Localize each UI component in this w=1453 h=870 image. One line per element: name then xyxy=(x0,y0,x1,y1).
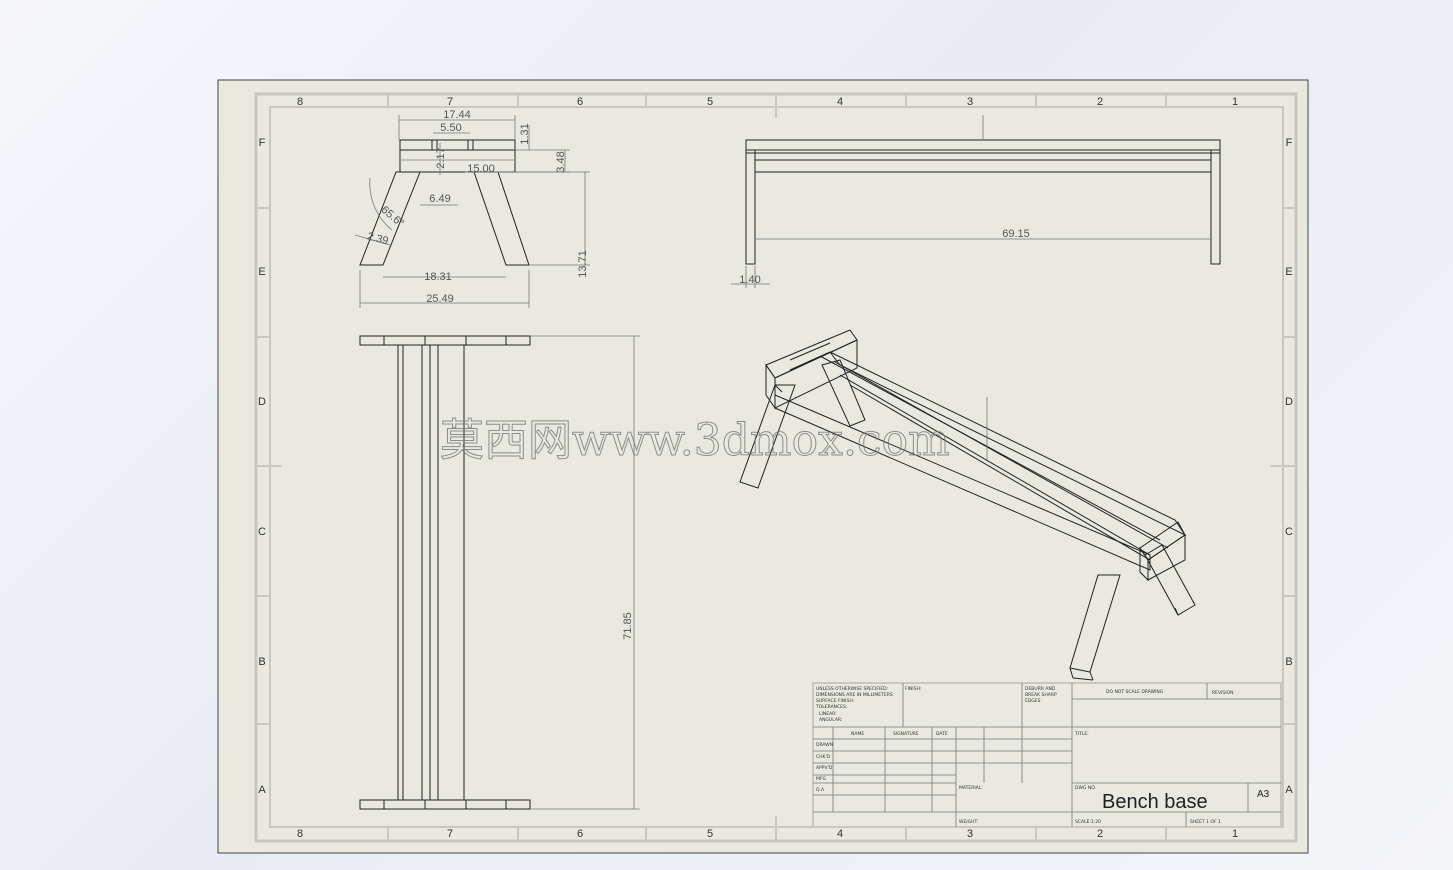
dim-label: 2.17 xyxy=(435,147,447,168)
zone-label: B xyxy=(258,656,265,668)
zone-label: 7 xyxy=(447,96,453,108)
tb-note: DIMENSIONS ARE IN MILLIMETERS xyxy=(816,692,893,698)
zone-label: 5 xyxy=(707,828,713,840)
dim-label: 15.00 xyxy=(467,163,495,175)
tb-note: SURFACE FINISH: xyxy=(816,698,854,704)
tb-weight: WEIGHT: xyxy=(959,819,978,825)
tb-col-header: SIGNATURE xyxy=(893,731,919,737)
zone-label: 4 xyxy=(837,828,843,840)
zone-label: A xyxy=(258,784,266,796)
zone-label: F xyxy=(1286,137,1293,149)
tb-material: MATERIAL: xyxy=(959,785,983,791)
zone-label: 4 xyxy=(837,96,843,108)
zone-label: 1 xyxy=(1232,96,1238,108)
tb-row-label: APPV'D xyxy=(816,765,833,771)
tb-sheet-no: SHEET 1 OF 1 xyxy=(1190,819,1221,825)
dim-label: 17.44 xyxy=(443,109,471,121)
tb-row-label: Q.A xyxy=(816,787,825,793)
zone-label: D xyxy=(258,396,266,408)
zone-label: 3 xyxy=(967,828,973,840)
zone-label: B xyxy=(1285,656,1292,668)
dim-label: 3.48 xyxy=(555,151,567,172)
zone-label: 2 xyxy=(1097,828,1103,840)
drawing-title: Bench base xyxy=(1102,791,1208,813)
tb-note: TOLERANCES: xyxy=(815,704,847,710)
zone-label: 8 xyxy=(297,96,303,108)
zone-label: 2 xyxy=(1097,96,1103,108)
dim-label: 69.15 xyxy=(1002,228,1030,240)
zone-label: E xyxy=(258,266,265,278)
tb-row-label: CHK'D xyxy=(816,754,831,760)
tb-row-label: DRAWN xyxy=(816,742,833,748)
zone-label: D xyxy=(1285,396,1293,408)
zone-label: E xyxy=(1285,266,1292,278)
paper xyxy=(217,79,1309,854)
zone-label: C xyxy=(1285,526,1293,538)
zone-label: 6 xyxy=(577,96,583,108)
tb-finish-label: FINISH: xyxy=(905,686,921,692)
dim-label: 25.49 xyxy=(426,293,454,305)
tb-dwg-no-label: DWG NO. xyxy=(1075,785,1096,791)
tb-note: LINEAR: xyxy=(819,711,837,717)
zone-label: C xyxy=(258,526,266,538)
tb-scale: SCALE:1:20 xyxy=(1075,819,1101,825)
watermark-text: 莫西网www.3dmox.com xyxy=(440,415,950,466)
tb-title-label: TITLE: xyxy=(1074,731,1089,737)
tb-deburr: BREAK SHARP xyxy=(1025,692,1057,698)
zone-label: F xyxy=(259,137,266,149)
zone-label: 5 xyxy=(707,96,713,108)
tb-do-not-scale: DO NOT SCALE DRAWING xyxy=(1106,689,1164,695)
dim-label: 18.31 xyxy=(424,271,452,283)
tb-note: UNLESS OTHERWISE SPECIFIED: xyxy=(816,686,888,692)
zone-label: 6 xyxy=(577,828,583,840)
drawing-sheet: 8 7 6 5 4 3 2 1 8 7 6 5 4 3 2 1 F E D C … xyxy=(217,79,1309,854)
tb-note: ANGULAR: xyxy=(819,717,842,723)
sheet-size: A3 xyxy=(1257,789,1270,800)
dim-label: 13.71 xyxy=(577,250,589,278)
zone-label: 8 xyxy=(297,828,303,840)
tb-deburr: DEBURR AND xyxy=(1025,686,1056,692)
zone-label: 3 xyxy=(967,96,973,108)
zone-label: A xyxy=(1285,784,1293,796)
tb-deburr: EDGES xyxy=(1025,698,1041,704)
dim-label: 71.85 xyxy=(622,612,634,640)
tb-revision: REVISION xyxy=(1212,690,1233,696)
dim-label: 1.31 xyxy=(519,123,531,144)
dim-label: 6.49 xyxy=(429,193,450,205)
zone-label: 1 xyxy=(1232,828,1238,840)
tb-row-label: MFG xyxy=(816,776,826,782)
dim-label: 5.50 xyxy=(440,122,461,134)
tb-col-header: DATE xyxy=(936,731,948,737)
zone-label: 7 xyxy=(447,828,453,840)
dim-label: 1.40 xyxy=(739,274,760,286)
tb-col-header: NAME xyxy=(851,731,864,737)
